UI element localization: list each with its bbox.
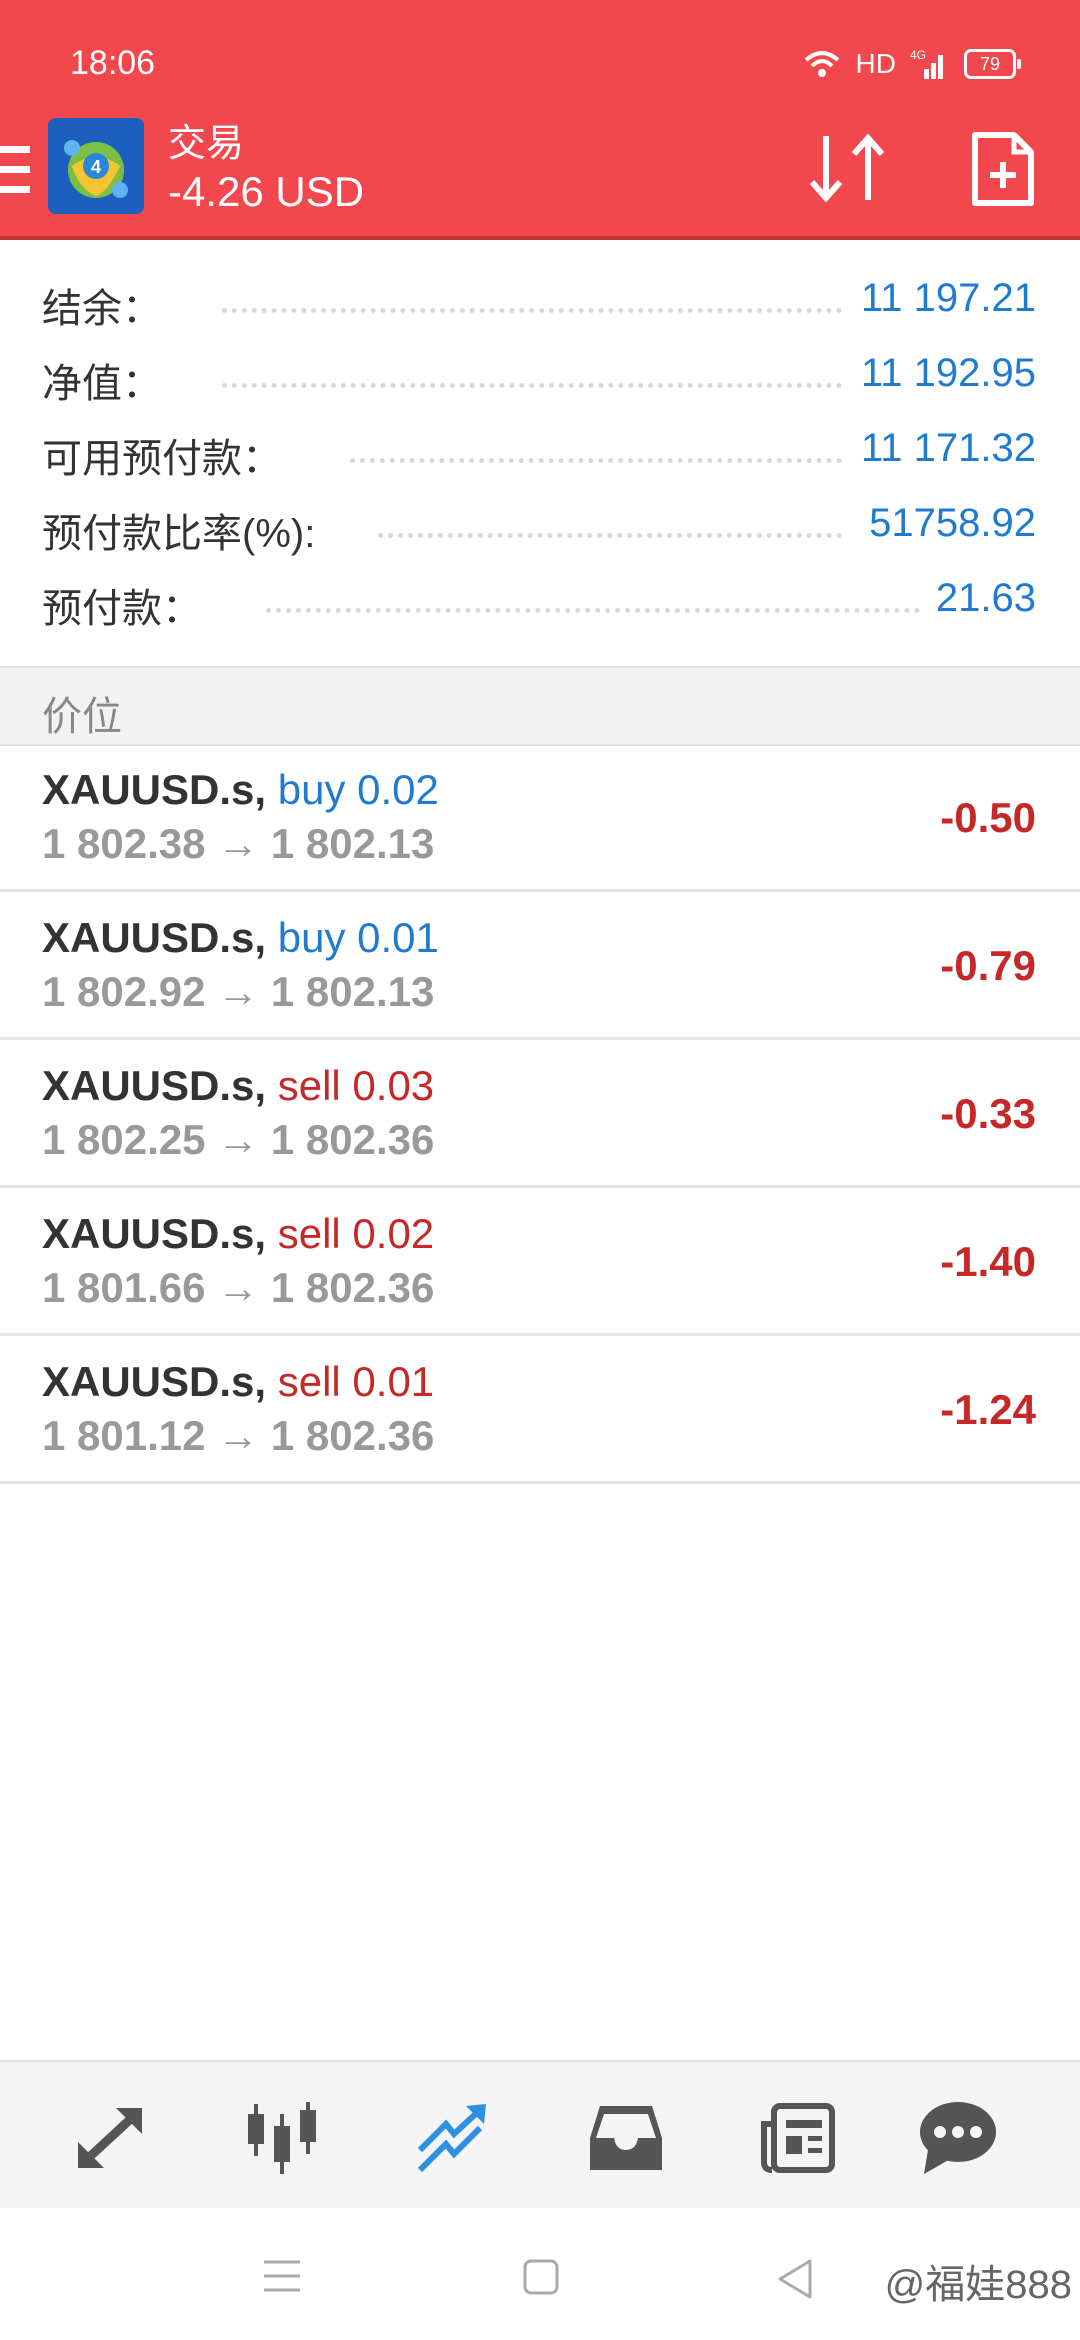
equity-value: 11 192.95: [847, 351, 1036, 396]
new-order-icon[interactable]: [970, 130, 1036, 208]
position-profit: -1.24: [940, 1386, 1036, 1433]
news-icon[interactable]: [758, 2100, 838, 2176]
current-price: 1 802.36: [270, 1264, 435, 1311]
position-profit: -0.50: [940, 794, 1036, 841]
open-price: 1 802.38: [42, 820, 206, 867]
quotes-icon[interactable]: [70, 2100, 150, 2176]
position-row[interactable]: XAUUSD.s, sell 0.01 1 801.12 → 1 802.36 …: [0, 1336, 1080, 1484]
position-symbol: XAUUSD.s,: [42, 914, 267, 961]
bottom-nav: [0, 2060, 1080, 2208]
app-logo: 4: [48, 118, 144, 214]
arrow-icon: →: [217, 1264, 260, 1311]
margin-level-value: 51758.92: [855, 501, 1036, 546]
position-type: sell 0.03: [277, 1062, 435, 1109]
position-symbol: XAUUSD.s,: [42, 1358, 267, 1405]
total-profit: -4.26 USD: [168, 168, 365, 215]
history-icon[interactable]: [586, 2100, 666, 2176]
margin-label: 预付款：: [42, 576, 214, 634]
open-price: 1 801.12: [42, 1412, 206, 1459]
account-summary: 结余： 11 197.21 净值： 11 192.95 可用预付款： 11 17…: [0, 246, 1080, 634]
open-price: 1 802.92: [42, 968, 206, 1015]
chat-icon[interactable]: [918, 2100, 998, 2176]
position-row[interactable]: XAUUSD.s, buy 0.01 1 802.92 → 1 802.13 -…: [0, 892, 1080, 1040]
position-symbol: XAUUSD.s,: [42, 766, 267, 813]
position-type: sell 0.01: [277, 1358, 435, 1405]
signal-icon: 4G: [910, 48, 943, 79]
status-icons: HD 4G 79: [802, 42, 1021, 86]
position-symbol: XAUUSD.s,: [42, 1062, 267, 1109]
dotted-leader: [266, 608, 930, 613]
page-title: 交易: [168, 123, 245, 165]
open-price: 1 801.66: [42, 1264, 206, 1311]
status-time: 18:06: [70, 44, 156, 82]
arrow-icon: →: [217, 820, 260, 867]
arrow-icon: →: [217, 1412, 260, 1459]
margin-level-label: 预付款比率(%):: [42, 501, 328, 559]
back-icon[interactable]: [776, 2258, 814, 2300]
position-symbol: XAUUSD.s,: [42, 1210, 267, 1257]
margin-value: 21.63: [921, 576, 1036, 621]
position-profit: -1.40: [940, 1238, 1036, 1285]
battery-icon: 79: [964, 49, 1021, 79]
position-row[interactable]: XAUUSD.s, sell 0.03 1 802.25 → 1 802.36 …: [0, 1040, 1080, 1188]
section-title: 价位: [42, 695, 122, 739]
dotted-leader: [350, 458, 842, 463]
position-type: sell 0.02: [277, 1210, 435, 1257]
network-hd-label: HD: [855, 48, 896, 79]
summary-row-balance: 结余： 11 197.21: [0, 246, 1080, 334]
current-price: 1 802.13: [270, 820, 435, 867]
position-type: buy 0.02: [277, 766, 439, 813]
arrow-icon: →: [217, 1116, 260, 1163]
svg-text:4G: 4G: [910, 48, 926, 62]
recent-apps-icon[interactable]: [262, 2258, 302, 2294]
menu-icon[interactable]: [0, 146, 30, 194]
arrow-icon: →: [217, 968, 260, 1015]
system-nav-bar: @福娃888: [0, 2208, 1080, 2340]
wifi-icon: [804, 51, 839, 77]
current-price: 1 802.36: [270, 1412, 435, 1459]
trade-icon[interactable]: [414, 2100, 494, 2176]
dotted-leader: [222, 308, 842, 313]
position-profit: -0.33: [940, 1090, 1036, 1137]
watermark: @福娃888: [884, 2263, 1072, 2307]
status-bar: 18:06 HD 4G 79: [0, 0, 1080, 120]
dotted-leader: [222, 383, 842, 388]
dotted-leader: [378, 533, 842, 538]
position-type: buy 0.01: [277, 914, 439, 961]
open-price: 1 802.25: [42, 1116, 206, 1163]
current-price: 1 802.13: [270, 968, 435, 1015]
position-row[interactable]: XAUUSD.s, sell 0.02 1 801.66 → 1 802.36 …: [0, 1188, 1080, 1336]
sort-icon[interactable]: [806, 130, 890, 206]
positions-list: XAUUSD.s, buy 0.02 1 802.38 → 1 802.13 -…: [0, 744, 1080, 1484]
svg-text:4: 4: [91, 157, 101, 177]
current-price: 1 802.36: [270, 1116, 435, 1163]
equity-label: 净值：: [42, 351, 174, 409]
app-header: 18:06 HD 4G 79 4 交易 -4.26 USD: [0, 0, 1080, 238]
position-row[interactable]: XAUUSD.s, buy 0.02 1 802.38 → 1 802.13 -…: [0, 744, 1080, 892]
home-icon[interactable]: [522, 2258, 560, 2296]
free-margin-value: 11 171.32: [847, 426, 1036, 471]
position-profit: -0.79: [940, 942, 1036, 989]
balance-value: 11 197.21: [847, 276, 1036, 321]
chart-icon[interactable]: [242, 2100, 322, 2176]
balance-label: 结余：: [42, 276, 174, 334]
free-margin-label: 可用预付款：: [42, 426, 294, 484]
positions-section-header: 价位: [0, 666, 1080, 746]
header-divider: [0, 236, 1080, 240]
